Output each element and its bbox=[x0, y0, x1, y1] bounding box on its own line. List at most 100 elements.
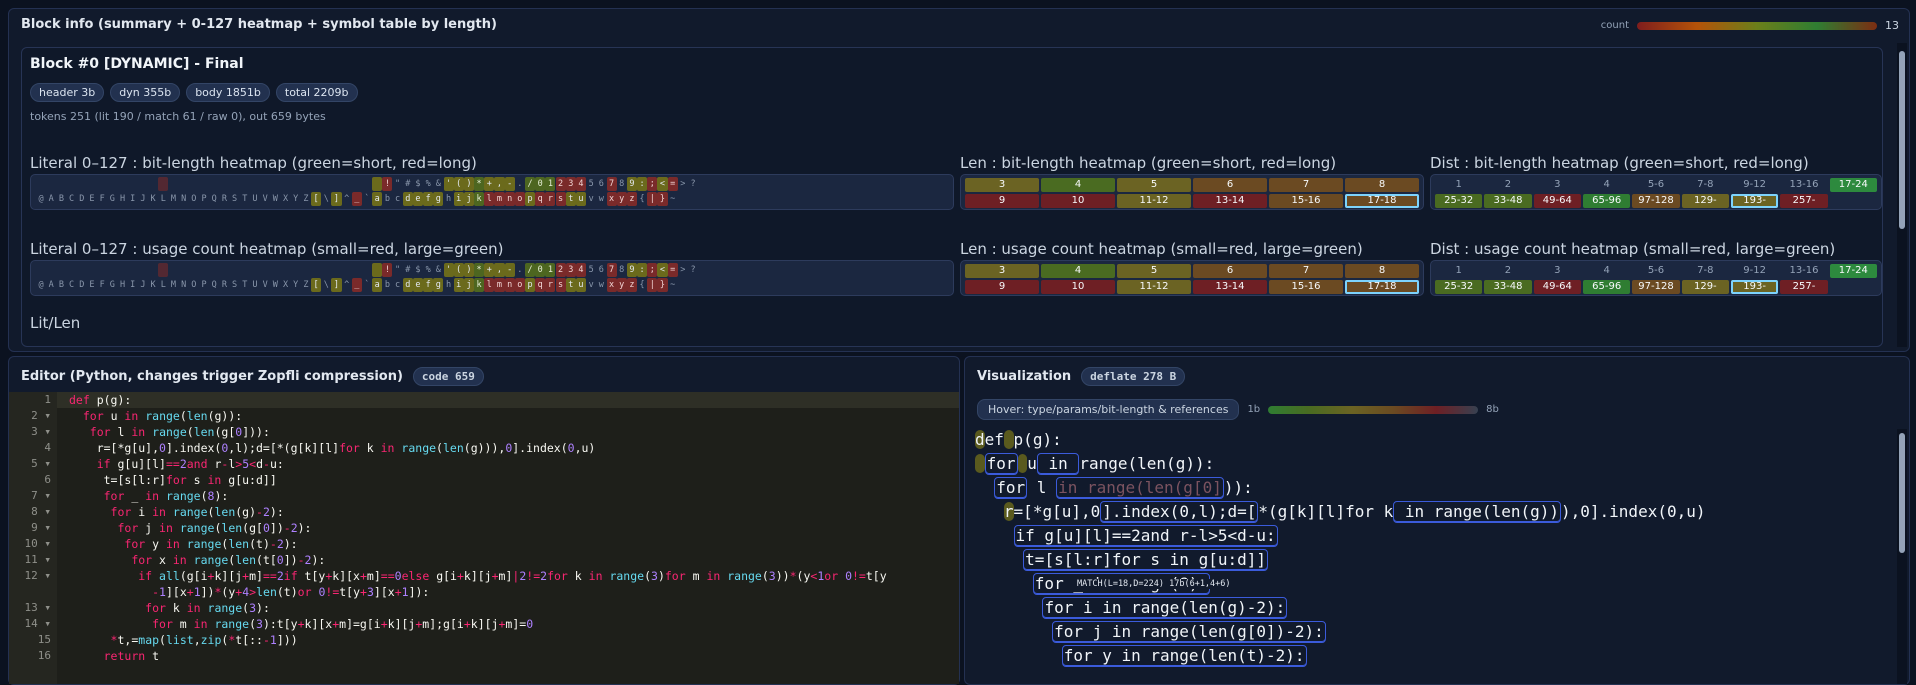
literal-cell[interactable] bbox=[362, 177, 372, 191]
literal-cell[interactable]: A bbox=[46, 278, 56, 292]
symbol-length-cell[interactable]: 65-96 bbox=[1582, 280, 1631, 294]
viz-line[interactable]: if g[u][l]==2and r-l>5<d-u: bbox=[975, 525, 1895, 549]
symbol-length-cell[interactable]: 1 bbox=[1435, 264, 1482, 278]
literal-cell[interactable] bbox=[128, 263, 138, 277]
code-line[interactable]: r=[*g[u],0].index(0,l);d=[*(g[k][l]for k… bbox=[57, 440, 959, 456]
symbol-length-cell[interactable]: 2 bbox=[1484, 264, 1531, 278]
literal-cell[interactable]: n bbox=[504, 278, 515, 292]
literal-cell[interactable] bbox=[97, 263, 107, 277]
literal-cell[interactable] bbox=[46, 263, 56, 277]
literal-cell[interactable]: I bbox=[128, 192, 138, 206]
symbol-length-cell[interactable]: 13-16 bbox=[1780, 264, 1827, 278]
code-line[interactable]: -1][x+1])*(y+4>len(t)or 0!=t[y+3][x+1]): bbox=[57, 584, 959, 600]
literal-cell[interactable]: v bbox=[586, 278, 596, 292]
literal-cell[interactable]: ! bbox=[382, 177, 393, 191]
literal-cell[interactable]: 8 bbox=[617, 177, 627, 191]
literal-cell[interactable]: c bbox=[393, 192, 403, 206]
literal-cell[interactable]: K bbox=[148, 278, 158, 292]
symbol-length-cell[interactable]: 9 bbox=[965, 194, 1039, 208]
literal-cell[interactable]: k bbox=[474, 192, 485, 206]
literal-cell[interactable]: } bbox=[657, 278, 668, 292]
literal-cell[interactable]: a bbox=[372, 192, 383, 206]
viz-line[interactable]: def p(g): bbox=[975, 429, 1895, 453]
literal-cell[interactable]: ) bbox=[463, 177, 474, 191]
literal-cell[interactable] bbox=[138, 263, 148, 277]
literal-cell[interactable]: ` bbox=[362, 278, 372, 292]
symbol-length-cell[interactable]: 1 bbox=[1435, 178, 1482, 192]
symbol-length-cell[interactable]: 15-16 bbox=[1269, 280, 1343, 294]
literal-cell[interactable]: s bbox=[555, 192, 566, 206]
symbol-length-cell[interactable]: 3 bbox=[965, 264, 1039, 278]
symbol-length-cell[interactable]: 3 bbox=[965, 178, 1039, 192]
code-line[interactable]: for u in range(len(g)): bbox=[57, 408, 959, 424]
literal-cell[interactable]: { bbox=[637, 278, 647, 292]
literal-cell[interactable] bbox=[67, 263, 77, 277]
literal-cell[interactable]: C bbox=[67, 278, 77, 292]
literal-cell[interactable] bbox=[199, 263, 209, 277]
literal-cell[interactable] bbox=[189, 263, 199, 277]
symbol-length-cell[interactable]: 4 bbox=[1583, 178, 1630, 192]
literal-cell[interactable]: M bbox=[168, 278, 178, 292]
token-visualization[interactable]: def p(g): for u in range(len(g)): for l … bbox=[975, 429, 1895, 684]
literal-cell[interactable]: E bbox=[87, 278, 97, 292]
literal-cell[interactable]: r bbox=[545, 278, 556, 292]
symbol-length-cell[interactable]: 9-12 bbox=[1731, 264, 1778, 278]
symbol-length-cell[interactable]: 4 bbox=[1041, 264, 1115, 278]
literal-cell[interactable]: 1 bbox=[545, 177, 556, 191]
symbol-length-cell[interactable]: 17-18 bbox=[1345, 280, 1419, 294]
viz-scrollbar-thumb[interactable] bbox=[1899, 433, 1905, 553]
symbol-length-cell[interactable]: 4 bbox=[1583, 264, 1630, 278]
symbol-length-cell[interactable]: 25-32 bbox=[1435, 194, 1483, 208]
literal-cell[interactable]: B bbox=[56, 278, 66, 292]
literal-cell[interactable]: % bbox=[423, 263, 433, 277]
literal-cell[interactable] bbox=[56, 263, 66, 277]
code-line[interactable]: for k in range(3): bbox=[57, 600, 959, 616]
literal-cell[interactable]: = bbox=[667, 177, 678, 191]
literal-cell[interactable] bbox=[36, 263, 46, 277]
viz-line[interactable]: for l in range(len(g[0])): bbox=[975, 477, 1895, 501]
literal-cell[interactable]: - bbox=[504, 177, 515, 191]
literal-cell[interactable] bbox=[179, 263, 189, 277]
literal-cell[interactable]: Q bbox=[209, 192, 219, 206]
literal-cell[interactable]: : bbox=[637, 263, 648, 277]
literal-cell[interactable]: W bbox=[270, 192, 280, 206]
literal-cell[interactable]: t bbox=[565, 192, 576, 206]
code-line[interactable]: return t bbox=[57, 648, 959, 664]
literal-cell[interactable]: ; bbox=[647, 177, 658, 191]
literal-cell[interactable]: _ bbox=[351, 192, 362, 206]
literal-cell[interactable]: g bbox=[433, 192, 444, 206]
literal-cell[interactable] bbox=[118, 177, 128, 191]
literal-cell[interactable] bbox=[321, 263, 331, 277]
literal-cell[interactable]: y bbox=[616, 192, 627, 206]
literal-cell[interactable]: D bbox=[77, 278, 87, 292]
literal-cell[interactable]: m bbox=[494, 278, 505, 292]
code-line[interactable]: *t,=map(list,zip(*t[::-1])) bbox=[57, 632, 959, 648]
literal-cell[interactable]: , bbox=[494, 177, 505, 191]
literal-cell[interactable]: \ bbox=[321, 278, 331, 292]
literal-cell[interactable]: S bbox=[230, 278, 240, 292]
literal-cell[interactable]: ^ bbox=[342, 278, 352, 292]
literal-cell[interactable]: 3 bbox=[565, 177, 576, 191]
literal-cell[interactable]: - bbox=[504, 263, 515, 277]
literal-cell[interactable]: u bbox=[575, 278, 587, 292]
literal-cell[interactable] bbox=[260, 177, 270, 191]
literal-cell[interactable]: l bbox=[484, 192, 495, 206]
literal-cell[interactable]: k bbox=[474, 278, 485, 292]
literal-cell[interactable]: * bbox=[474, 263, 485, 277]
symbol-length-cell[interactable]: 7 bbox=[1269, 264, 1343, 278]
symbol-length-cell[interactable]: 9 bbox=[965, 280, 1039, 294]
literal-cell[interactable]: s bbox=[555, 278, 566, 292]
symbol-length-cell[interactable]: 15-16 bbox=[1269, 194, 1343, 208]
code-line[interactable]: for m in range(3):t[y+k][x+m]=g[i+k][j+m… bbox=[57, 616, 959, 632]
literal-cell[interactable] bbox=[301, 263, 311, 277]
literal-cell[interactable]: O bbox=[189, 192, 199, 206]
literal-cell[interactable]: 7 bbox=[606, 177, 617, 191]
symbol-length-cell[interactable]: 11-12 bbox=[1117, 194, 1191, 208]
code-line[interactable]: for j in range(len(g[0])-2): bbox=[57, 520, 959, 536]
literal-cell[interactable]: ~ bbox=[668, 278, 678, 292]
symbol-length-cell[interactable]: 17-24 bbox=[1829, 178, 1877, 192]
literal-cell[interactable]: Z bbox=[301, 278, 311, 292]
literal-cell[interactable]: ( bbox=[453, 263, 464, 277]
literal-cell[interactable]: Z bbox=[301, 192, 311, 206]
literal-cell[interactable]: 9 bbox=[626, 177, 637, 191]
